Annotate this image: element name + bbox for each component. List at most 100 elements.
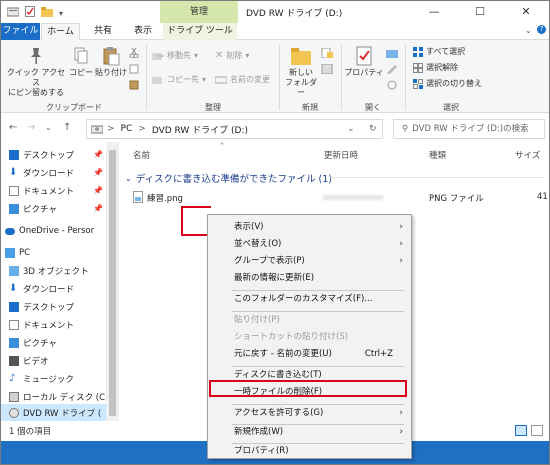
- ribbon-collapse-icon[interactable]: ⌄: [525, 26, 532, 35]
- new-folder-icon[interactable]: [41, 6, 53, 20]
- rename-button[interactable]: 名前の変更: [215, 74, 270, 85]
- search-placeholder: DVD RW ドライブ (D:)の検索: [412, 124, 529, 134]
- invert-selection-button[interactable]: 選択の切り替え: [413, 78, 482, 89]
- menu-item-label: ディスクに書き込む(T): [234, 370, 322, 380]
- large-icons-view-icon[interactable]: [531, 425, 543, 436]
- address-dropdown-icon[interactable]: ⌄: [347, 124, 355, 134]
- nav-item-pictures[interactable]: ピクチャ: [9, 200, 57, 218]
- tab-share[interactable]: 共有: [85, 23, 121, 40]
- help-icon[interactable]: ?: [537, 25, 546, 34]
- paste-button[interactable]: 貼り付け: [94, 46, 128, 78]
- nav-item-videos[interactable]: ビデオ: [9, 352, 49, 370]
- properties-button[interactable]: プロパティ: [344, 46, 384, 78]
- title-bar: ▾ 管理 DVD RW ドライブ (D:) — ☐ ✕: [1, 1, 549, 23]
- nav-item-downloads[interactable]: ⬇ ダウンロード: [9, 164, 74, 182]
- nav-item-label: ピクチャ: [23, 339, 57, 349]
- paste-label: 貼り付け: [95, 68, 127, 77]
- nav-item-3d-objects[interactable]: 3D オブジェクト: [9, 262, 89, 280]
- cut-icon[interactable]: [129, 48, 139, 58]
- easy-access-icon[interactable]: [321, 64, 333, 74]
- nav-item-dvd-drive[interactable]: DVD RW ドライブ (: [1, 404, 106, 421]
- pin-quick-access-label: クイック アクセス にピン留めする: [6, 68, 66, 97]
- properties-check-icon[interactable]: [25, 6, 35, 20]
- copy-to-button[interactable]: コピー先 ▾: [152, 74, 206, 85]
- menu-item-grant-access[interactable]: アクセスを許可する(G) ›: [208, 405, 411, 422]
- nav-scrollbar-thumb[interactable]: [109, 150, 116, 416]
- menu-item-properties[interactable]: プロパティ(R): [208, 443, 411, 460]
- picture-icon: [9, 204, 19, 214]
- paste-shortcut-icon[interactable]: [129, 80, 139, 90]
- nav-item-desktop[interactable]: デスクトップ: [9, 146, 74, 164]
- menu-item-customize[interactable]: このフォルダーのカスタマイズ(F)...: [208, 291, 411, 308]
- up-arrow-icon[interactable]: ↑: [63, 122, 71, 133]
- close-button[interactable]: ✕: [503, 1, 549, 23]
- menu-item-view[interactable]: 表示(V) ›: [208, 219, 411, 236]
- copy-button[interactable]: コピー: [69, 46, 93, 78]
- breadcrumb-drive[interactable]: DVD RW ドライブ (D:): [152, 123, 248, 136]
- pin-quick-access-button[interactable]: クイック アクセス にピン留めする: [5, 46, 67, 98]
- nav-item-desktop[interactable]: デスクトップ: [9, 298, 74, 316]
- tab-file[interactable]: ファイル: [1, 23, 40, 40]
- nav-item-music[interactable]: ♪ ミュージック: [9, 370, 74, 388]
- table-row[interactable]: 練習.png PNG ファイル 41: [133, 191, 549, 205]
- context-menu: 表示(V) › 並べ替え(O) › グループで表示(P) › 最新の情報に更新(E) …: [207, 214, 412, 459]
- address-box[interactable]: > PC > DVD RW ドライブ (D:) ⌄ ↻: [86, 119, 383, 139]
- invert-selection-icon: [413, 78, 423, 89]
- column-header-size[interactable]: サイズ: [515, 149, 540, 161]
- search-input[interactable]: ⚲ DVD RW ドライブ (D:)の検索: [393, 119, 545, 139]
- manage-tab[interactable]: 管理: [160, 1, 238, 23]
- edit-icon[interactable]: [386, 64, 398, 74]
- menu-item-label: グループで表示(P): [234, 256, 305, 266]
- history-icon[interactable]: [386, 80, 398, 90]
- nav-item-documents[interactable]: ドキュメント: [9, 316, 74, 334]
- nav-item-downloads[interactable]: ⬇ ダウンロード: [9, 280, 74, 298]
- nav-item-pictures[interactable]: ピクチャ: [9, 334, 57, 352]
- menu-item-refresh[interactable]: 最新の情報に更新(E): [208, 270, 411, 287]
- select-group-label: 選択: [443, 103, 459, 112]
- breadcrumb-pc[interactable]: PC: [121, 124, 133, 134]
- back-arrow-icon[interactable]: ←: [9, 122, 17, 133]
- recent-locations-icon[interactable]: ⌄: [45, 123, 52, 132]
- delete-button[interactable]: ✕ 削除 ▾: [215, 50, 249, 61]
- maximize-button[interactable]: ☐: [457, 1, 503, 23]
- menu-item-group[interactable]: グループで表示(P) ›: [208, 253, 411, 270]
- tab-drive-tools[interactable]: ドライブ ツール: [163, 23, 237, 40]
- menu-item-label: アクセスを許可する(G): [234, 408, 324, 418]
- qat-dropdown-icon[interactable]: ▾: [59, 9, 63, 18]
- open-icon[interactable]: [386, 48, 398, 58]
- item-count: 1 個の項目: [9, 427, 52, 437]
- menu-item-sort[interactable]: 並べ替え(O) ›: [208, 236, 411, 253]
- select-all-button[interactable]: すべて選択: [413, 46, 465, 57]
- menu-item-paste-shortcut[interactable]: ショートカットの貼り付け(S): [208, 329, 411, 346]
- column-header-date[interactable]: 更新日時: [324, 149, 358, 161]
- move-to-label: 移動先: [167, 51, 191, 60]
- refresh-icon[interactable]: ↻: [369, 124, 377, 134]
- menu-item-label: 貼り付け(P): [234, 315, 280, 325]
- pin-icon: 📌: [93, 204, 103, 213]
- nav-item-onedrive[interactable]: OneDrive - Persor: [5, 222, 94, 240]
- minimize-button[interactable]: —: [411, 1, 457, 23]
- menu-item-undo[interactable]: 元に戻す - 名前の変更(U) Ctrl+Z: [208, 346, 411, 363]
- menu-item-paste[interactable]: 貼り付け(P): [208, 312, 411, 329]
- new-group-label: 新規: [302, 103, 318, 112]
- video-icon: [9, 356, 19, 366]
- new-folder-button[interactable]: 新しい フォルダー: [283, 46, 319, 98]
- forward-arrow-icon[interactable]: →: [27, 122, 35, 133]
- tab-view[interactable]: 表示: [125, 23, 161, 40]
- details-view-icon[interactable]: [515, 425, 527, 436]
- chevron-right-icon: ›: [399, 239, 403, 249]
- column-header-type[interactable]: 種類: [429, 149, 446, 161]
- column-header-name[interactable]: 名前: [133, 149, 150, 161]
- nav-item-pc[interactable]: PC: [5, 244, 30, 262]
- file-group-header[interactable]: ⌄ ディスクに書き込む準備ができたファイル (1): [125, 171, 332, 186]
- document-icon: [9, 186, 19, 196]
- select-none-button[interactable]: 選択解除: [413, 62, 458, 73]
- move-to-button[interactable]: 移動先 ▾: [152, 50, 198, 61]
- copy-path-icon[interactable]: [129, 64, 139, 74]
- cloud-icon: [5, 227, 15, 235]
- nav-scrollbar[interactable]: [106, 142, 119, 421]
- nav-item-documents[interactable]: ドキュメント: [9, 182, 74, 200]
- menu-item-new[interactable]: 新規作成(W) ›: [208, 424, 411, 441]
- new-item-icon[interactable]: [321, 48, 333, 58]
- tab-home[interactable]: ホーム: [41, 23, 80, 40]
